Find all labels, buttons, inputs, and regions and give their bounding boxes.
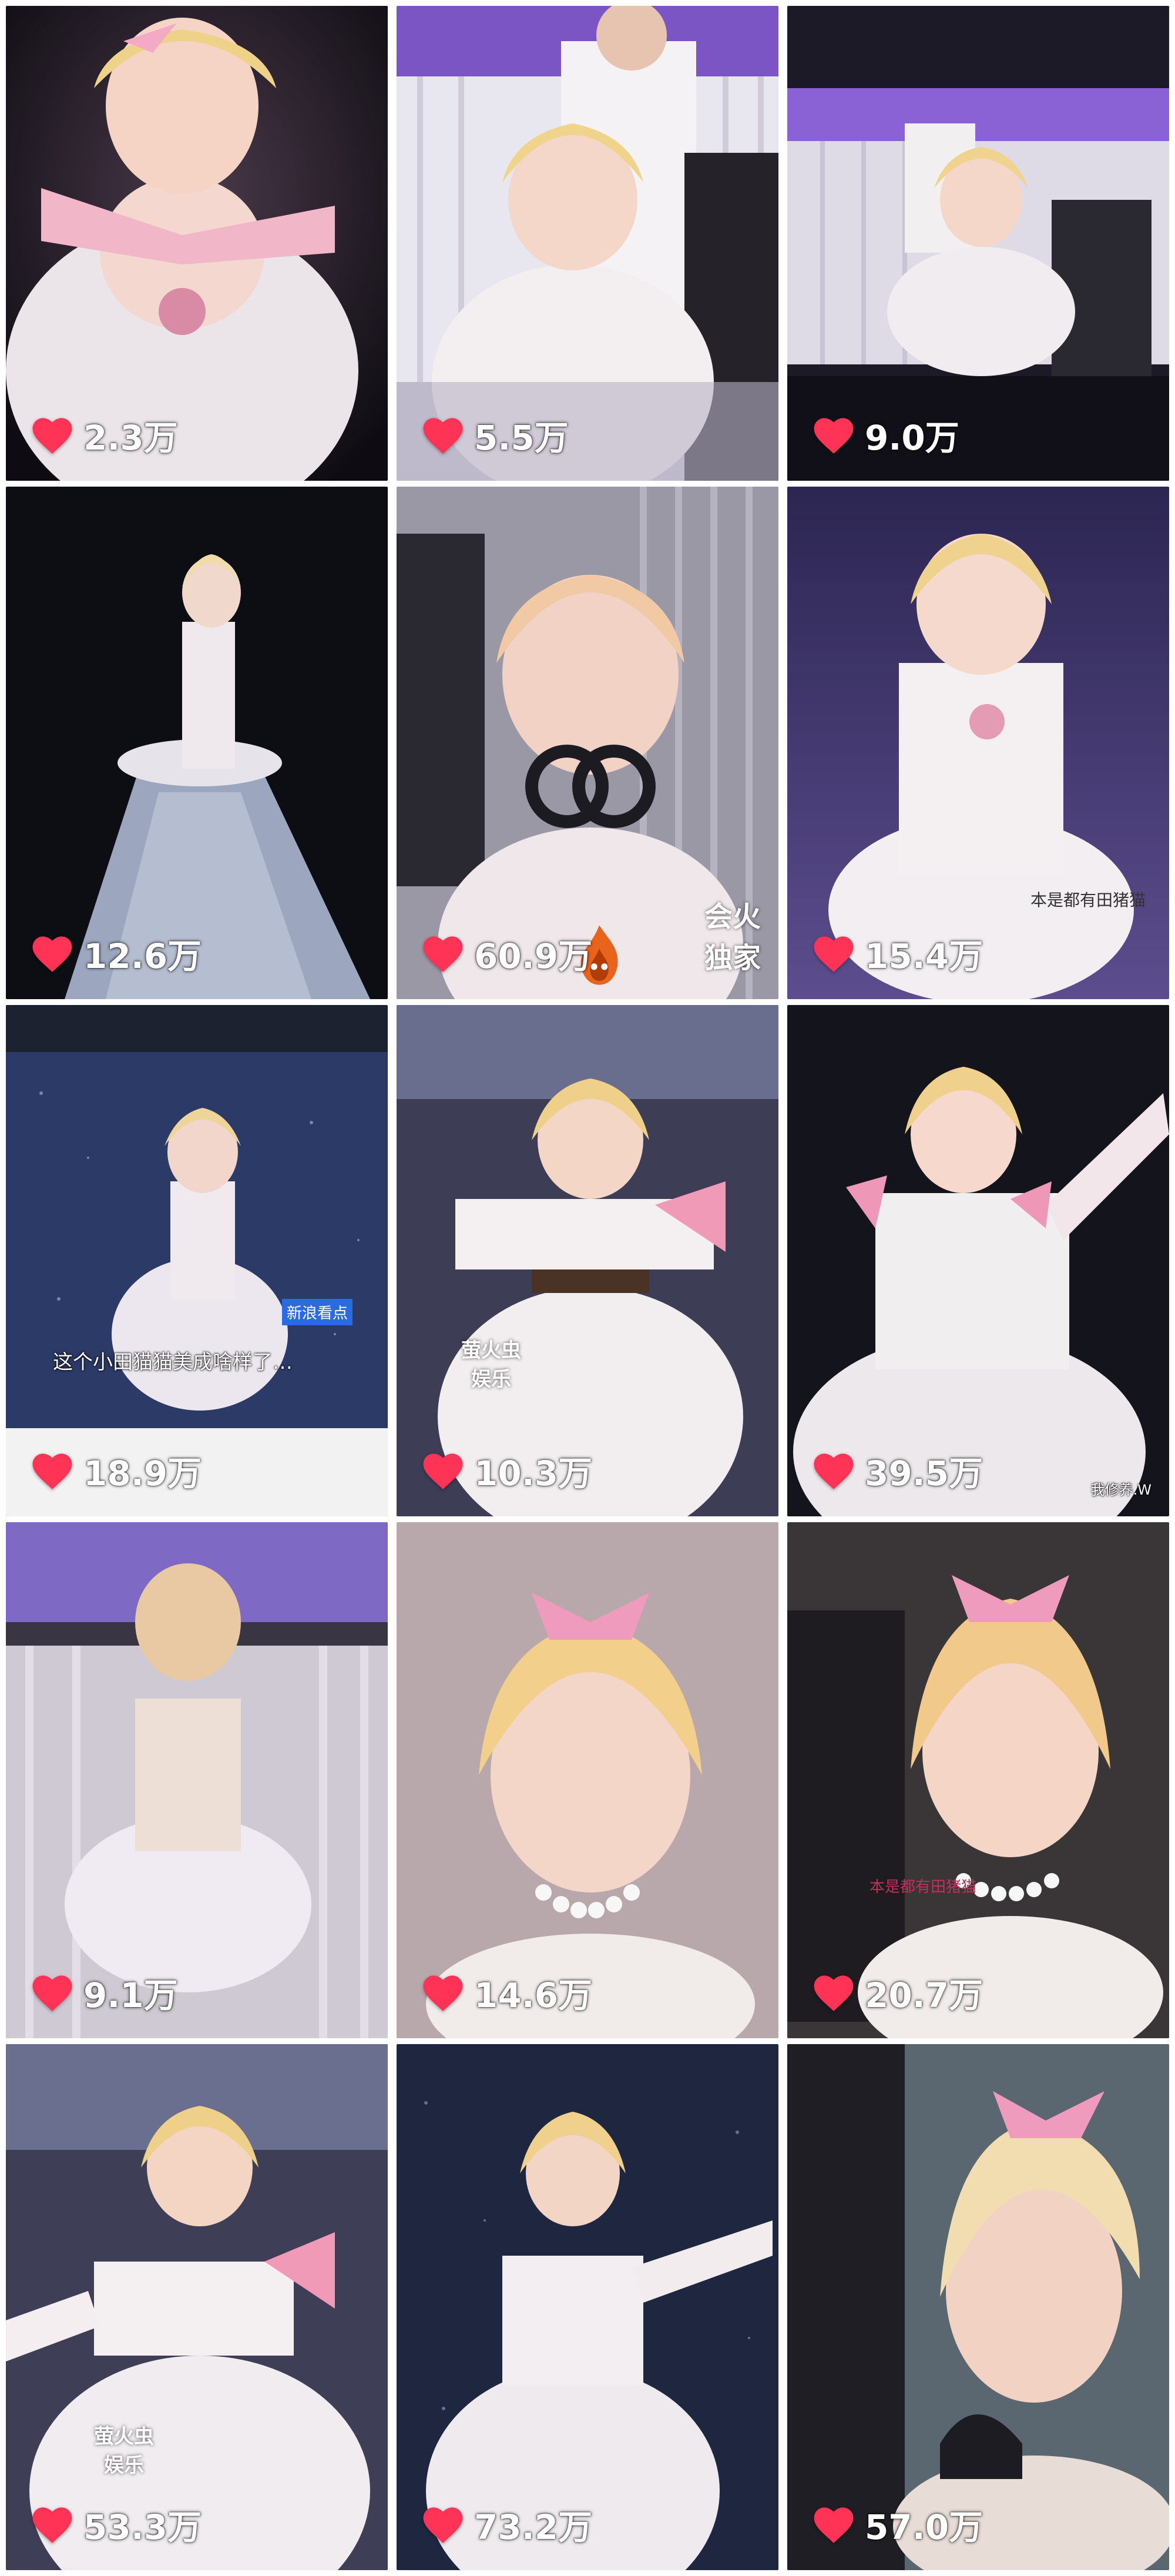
like-count-text: 9.1万	[83, 1975, 178, 2015]
photo-image	[397, 2044, 778, 2570]
photo-image	[6, 1522, 388, 2038]
photo-image	[6, 6, 388, 481]
brand-line-2: 独家	[704, 942, 761, 974]
like-count: 9.0万	[811, 410, 959, 460]
watermark-brand: 萤火虫 娱乐	[94, 2420, 154, 2478]
like-count: 18.9万	[29, 1446, 202, 1495]
like-count-text: 73.2万	[474, 2507, 593, 2547]
brand-line-2: 娱乐	[471, 1368, 511, 1391]
channel-tag: 新浪看点	[281, 1299, 352, 1325]
brand-line-1: 萤火虫	[94, 2425, 154, 2448]
photo-tile-4[interactable]: 12.6万	[6, 487, 388, 999]
photo-image	[397, 1005, 778, 1516]
photo-image	[787, 1005, 1169, 1516]
like-count-text: 53.3万	[83, 2507, 202, 2547]
heart-icon[interactable]	[811, 2504, 857, 2545]
photo-image	[787, 6, 1169, 481]
video-subtitle: 这个小田猫猫美成啥样了…	[53, 1351, 293, 1374]
photo-tile-1[interactable]: 2.3万	[6, 6, 388, 481]
like-count-text: 18.9万	[83, 1453, 202, 1493]
brand-line-2: 娱乐	[104, 2454, 144, 2477]
heart-icon[interactable]	[29, 1972, 75, 2013]
photo-image	[787, 1522, 1169, 2038]
like-count-text: 10.3万	[474, 1453, 593, 1493]
photo-image	[6, 1005, 388, 1516]
like-count: 12.6万	[29, 929, 202, 978]
heart-icon[interactable]	[811, 414, 857, 455]
like-count-text: 60.9万	[474, 936, 593, 976]
photo-tile-2[interactable]: 5.5万	[397, 6, 778, 481]
overlay-caption: 本是都有田猪猫	[1030, 890, 1146, 910]
photo-tile-7[interactable]: 这个小田猫猫美成啥样了… 新浪看点 18.9万	[6, 1005, 388, 1516]
like-count: 15.4万	[811, 929, 983, 978]
brand-line-1: 会火	[704, 900, 761, 933]
photo-tile-9[interactable]: 我修养.W 39.5万	[787, 1005, 1169, 1516]
photo-image	[787, 2044, 1169, 2570]
heart-icon[interactable]	[420, 2504, 466, 2545]
heart-icon[interactable]	[811, 1972, 857, 2013]
like-count: 60.9万	[420, 929, 592, 978]
photo-tile-12[interactable]: 本是都有田猪猫 20.7万	[787, 1522, 1169, 2038]
heart-icon[interactable]	[420, 933, 466, 974]
like-count: 53.3万	[29, 2500, 202, 2549]
like-count: 2.3万	[29, 410, 178, 460]
like-count-text: 57.0万	[865, 2507, 983, 2547]
heart-icon[interactable]	[29, 414, 75, 455]
photo-tile-11[interactable]: 14.6万	[397, 1522, 778, 2038]
photo-image	[397, 1522, 778, 2038]
brand-line-1: 萤火虫	[461, 1339, 521, 1362]
like-count-text: 20.7万	[865, 1975, 983, 2015]
heart-icon[interactable]	[420, 1450, 466, 1491]
heart-icon[interactable]	[29, 933, 75, 974]
heart-icon[interactable]	[29, 1450, 75, 1491]
photo-image	[397, 6, 778, 481]
like-count: 20.7万	[811, 1968, 983, 2017]
like-count: 14.6万	[420, 1968, 592, 2017]
like-count-text: 2.3万	[83, 418, 178, 458]
like-count-text: 9.0万	[865, 418, 959, 458]
photo-tile-8[interactable]: 萤火虫 娱乐 10.3万	[397, 1005, 778, 1516]
photo-tile-13[interactable]: 萤火虫 娱乐 53.3万	[6, 2044, 388, 2570]
photo-tile-6[interactable]: 本是都有田猪猫 15.4万	[787, 487, 1169, 999]
photo-tile-14[interactable]: 73.2万	[397, 2044, 778, 2570]
heart-icon[interactable]	[811, 1450, 857, 1491]
like-count: 9.1万	[29, 1968, 178, 2017]
heart-icon[interactable]	[29, 2504, 75, 2545]
photo-image	[6, 487, 388, 999]
photo-image	[787, 487, 1169, 999]
like-count: 73.2万	[420, 2500, 592, 2549]
photo-tile-10[interactable]: 9.1万	[6, 1522, 388, 2038]
overlay-caption: 本是都有田猪猫	[870, 1878, 977, 1896]
photo-tile-5[interactable]: 会火 独家 60.9万	[397, 487, 778, 999]
like-count-text: 14.6万	[474, 1975, 593, 2015]
like-count: 57.0万	[811, 2500, 983, 2549]
like-count: 39.5万	[811, 1446, 983, 1495]
photo-image	[6, 2044, 388, 2570]
like-count: 5.5万	[420, 410, 569, 460]
like-count-text: 39.5万	[865, 1453, 983, 1493]
watermark-brand: 萤火虫 娱乐	[461, 1334, 521, 1392]
heart-icon[interactable]	[811, 933, 857, 974]
watermark-brand: 会火 独家	[704, 893, 761, 976]
overlay-caption: 我修养.W	[1090, 1482, 1152, 1498]
like-count-text: 5.5万	[474, 418, 569, 458]
heart-icon[interactable]	[420, 1972, 466, 2013]
heart-icon[interactable]	[420, 414, 466, 455]
photo-grid: 2.3万 5.5万 9.0万 12.6万 会火 独家 60.9万 本是都有田猪猫…	[0, 0, 1175, 2576]
photo-tile-15[interactable]: 57.0万	[787, 2044, 1169, 2570]
like-count-text: 15.4万	[865, 936, 983, 976]
photo-tile-3[interactable]: 9.0万	[787, 6, 1169, 481]
like-count: 10.3万	[420, 1446, 592, 1495]
like-count-text: 12.6万	[83, 936, 202, 976]
